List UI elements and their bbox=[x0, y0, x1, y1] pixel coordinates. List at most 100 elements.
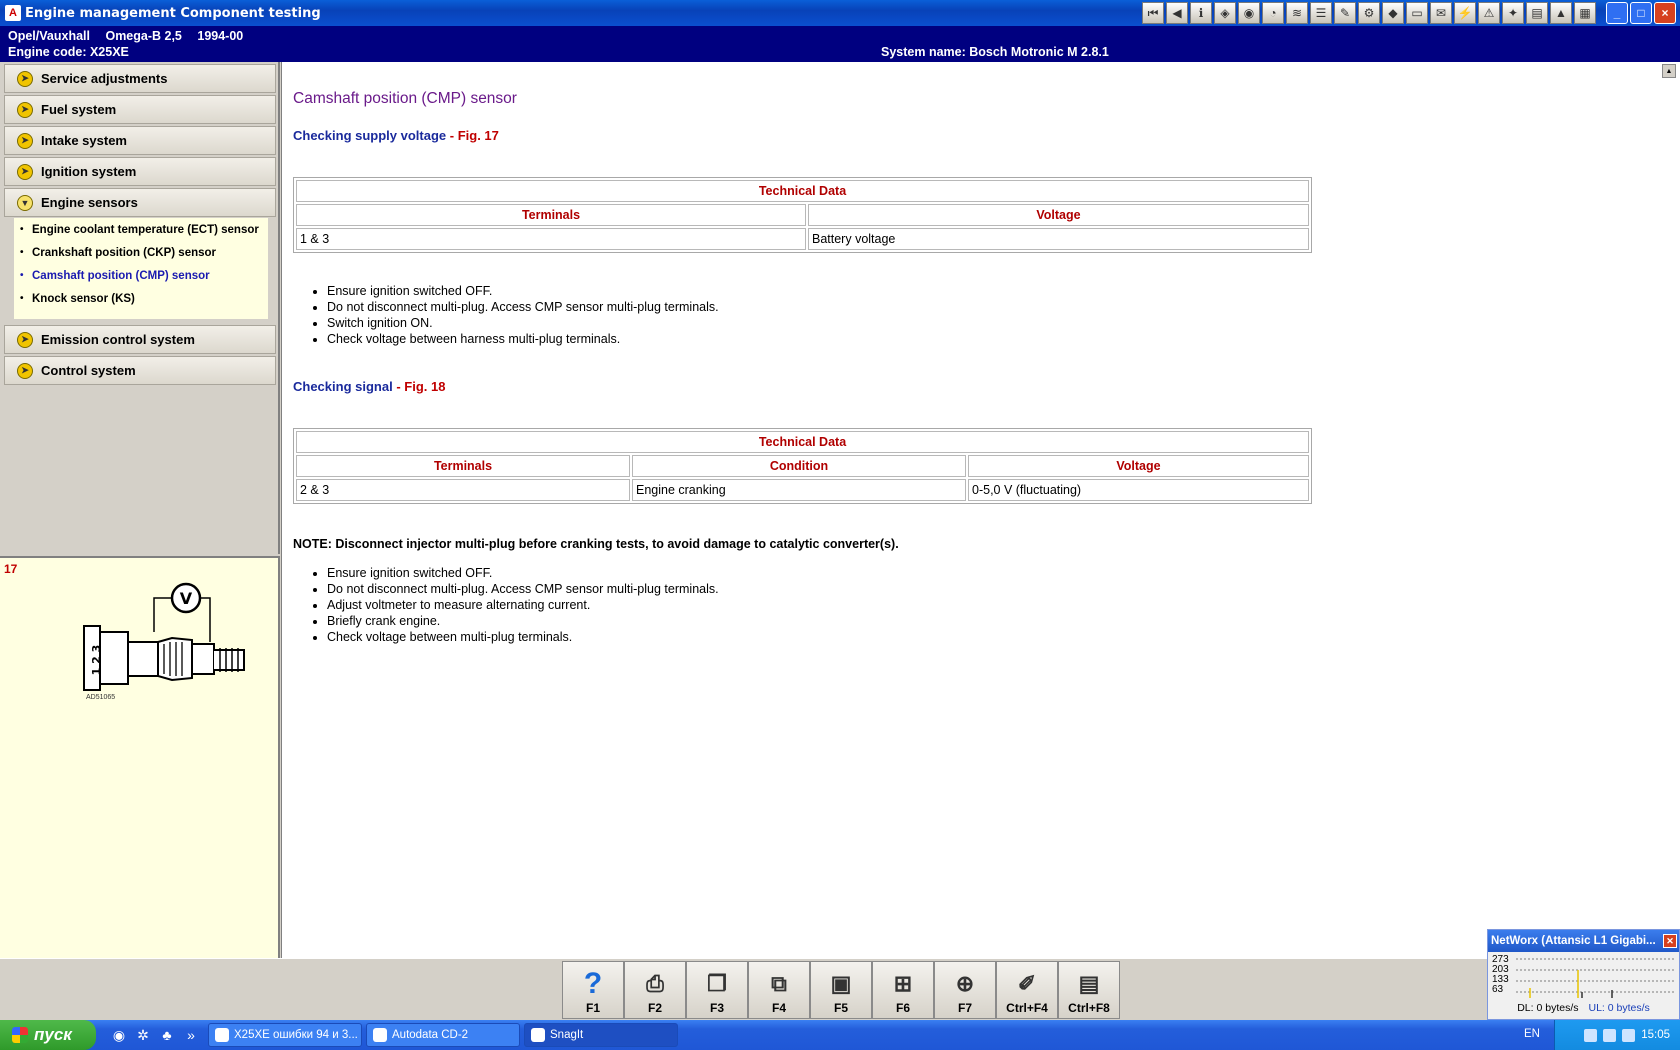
vehicle-model: Omega-B 2,5 bbox=[105, 29, 182, 43]
language-indicator[interactable]: EN bbox=[1524, 1028, 1540, 1040]
first-page-icon[interactable]: ⏮ bbox=[1142, 2, 1164, 24]
system-tray: 15:05 bbox=[1554, 1020, 1680, 1050]
f7-zoom-button[interactable]: ⊕ F7 bbox=[934, 961, 996, 1019]
sub-item-ckp-sensor[interactable]: • Crankshaft position (CKP) sensor bbox=[20, 246, 262, 260]
browser-icon[interactable]: ◉ bbox=[110, 1026, 128, 1044]
f5-button[interactable]: ▣ F5 bbox=[810, 961, 872, 1019]
back-icon[interactable]: ◀ bbox=[1166, 2, 1188, 24]
fig-17-link[interactable]: Fig. 17 bbox=[458, 128, 499, 143]
network-icon[interactable] bbox=[1603, 1028, 1617, 1042]
clock[interactable]: 15:05 bbox=[1641, 1029, 1670, 1041]
f4-button[interactable]: ⧉ F4 bbox=[748, 961, 810, 1019]
traffic-graph: 273 203 133 63 bbox=[1490, 954, 1677, 1000]
info-icon[interactable]: ℹ bbox=[1190, 2, 1212, 24]
close-button[interactable]: × bbox=[1654, 2, 1676, 24]
arrow-right-icon: ➤ bbox=[17, 331, 33, 348]
utility-icon[interactable]: ♣ bbox=[158, 1026, 176, 1044]
ctrl-f4-button[interactable]: ✐ Ctrl+F4 bbox=[996, 961, 1058, 1019]
list-icon[interactable]: ☰ bbox=[1310, 2, 1332, 24]
sub-item-label: Knock sensor (KS) bbox=[32, 293, 135, 305]
vehicle-make: Opel/Vauxhall bbox=[8, 29, 90, 43]
task-snagit[interactable]: SnagIt bbox=[524, 1023, 678, 1047]
wiring-icon[interactable]: ≋ bbox=[1286, 2, 1308, 24]
fkey-label: Ctrl+F4 bbox=[1006, 1001, 1048, 1015]
fluid-icon[interactable]: ◆ bbox=[1382, 2, 1404, 24]
f1-help-button[interactable]: ? F1 bbox=[562, 961, 624, 1019]
f3-button[interactable]: ❐ F3 bbox=[686, 961, 748, 1019]
nav-item-engine-sensors[interactable]: ▼ Engine sensors bbox=[4, 188, 276, 217]
engine-code: Engine code: X25XE bbox=[8, 45, 129, 59]
list-item: Check voltage between harness multi-plug… bbox=[327, 331, 1593, 347]
table-row: 2 & 3 Engine cranking 0-5,0 V (fluctuati… bbox=[296, 479, 1309, 501]
heading-separator: - bbox=[446, 128, 458, 143]
engine-icon[interactable]: ⚡ bbox=[1454, 2, 1476, 24]
fig-18-link[interactable]: Fig. 18 bbox=[404, 379, 445, 394]
warning-icon[interactable]: ⚠ bbox=[1478, 2, 1500, 24]
nav-item-intake-system[interactable]: ➤ Intake system bbox=[4, 126, 276, 155]
volume-icon[interactable] bbox=[1622, 1028, 1636, 1042]
nav-item-emission-control[interactable]: ➤ Emission control system bbox=[4, 325, 276, 354]
tools-icon[interactable]: ✎ bbox=[1334, 2, 1356, 24]
sub-item-knock-sensor[interactable]: • Knock sensor (KS) bbox=[20, 292, 262, 306]
pin-numbers: 1 2 3 bbox=[90, 645, 103, 676]
arrow-right-icon: ➤ bbox=[17, 70, 33, 87]
tray-back-icon[interactable] bbox=[1584, 1028, 1598, 1042]
task-label: Autodata CD-2 bbox=[392, 1029, 469, 1041]
networx-widget[interactable]: NetWorx (Attansic L1 Gigabi... ✕ 273 203… bbox=[1487, 929, 1680, 1020]
diagram-icon[interactable]: ◈ bbox=[1214, 2, 1236, 24]
fkey-label: Ctrl+F8 bbox=[1068, 1001, 1110, 1015]
ctrl-f8-button[interactable]: ▤ Ctrl+F8 bbox=[1058, 961, 1120, 1019]
table-cell: 0-5,0 V (fluctuating) bbox=[968, 479, 1309, 501]
gauge-icon[interactable]: ◔ bbox=[1262, 2, 1284, 24]
print-icon[interactable]: ▤ bbox=[1526, 2, 1548, 24]
nav-item-label: Control system bbox=[41, 363, 136, 378]
main-content: ▲ Camshaft position (CMP) sensor Checkin… bbox=[281, 62, 1680, 958]
networx-title: NetWorx (Attansic L1 Gigabi... ✕ bbox=[1488, 930, 1679, 952]
help-icon: ? bbox=[583, 967, 603, 1000]
column-header: Terminals bbox=[296, 455, 630, 477]
menu-icon[interactable]: ▦ bbox=[1574, 2, 1596, 24]
sub-item-cmp-sensor[interactable]: • Camshaft position (CMP) sensor bbox=[20, 269, 262, 283]
f2-print-button[interactable]: ⎙ F2 bbox=[624, 961, 686, 1019]
sensor-icon[interactable]: ◉ bbox=[1238, 2, 1260, 24]
tech-data-icon: ▣ bbox=[830, 971, 852, 996]
nav-item-service-adjustments[interactable]: ➤ Service adjustments bbox=[4, 64, 276, 93]
scroll-up-icon[interactable]: ▲ bbox=[1662, 64, 1676, 78]
search-page-icon: ⧉ bbox=[771, 971, 787, 996]
section-heading-text: Checking supply voltage bbox=[293, 128, 447, 143]
task-buttons: X25XE ошибки 94 и 3... Autodata CD-2 Sna… bbox=[208, 1023, 678, 1047]
list-item: Do not disconnect multi-plug. Access CMP… bbox=[327, 299, 1593, 315]
task-label: SnagIt bbox=[550, 1029, 584, 1041]
battery-icon[interactable]: ▭ bbox=[1406, 2, 1428, 24]
minimize-button[interactable]: _ bbox=[1606, 2, 1628, 24]
arrow-right-icon: ➤ bbox=[17, 101, 33, 118]
maximize-button[interactable]: □ bbox=[1630, 2, 1652, 24]
task-autodata[interactable]: Autodata CD-2 bbox=[366, 1023, 520, 1047]
window-titlebar: A Engine management Component testing ⏮ … bbox=[0, 0, 1680, 26]
fkey-label: F3 bbox=[709, 1001, 724, 1015]
tech-data-table-supply: Technical Data Terminals Voltage 1 & 3 B… bbox=[293, 177, 1312, 253]
close-icon[interactable]: ✕ bbox=[1663, 934, 1677, 948]
chevron-right-icon[interactable]: » bbox=[182, 1026, 200, 1044]
meter-label: V bbox=[180, 589, 193, 608]
sub-item-ect-sensor[interactable]: • Engine coolant temperature (ECT) senso… bbox=[20, 223, 262, 237]
settings-icon[interactable]: ✦ bbox=[1502, 2, 1524, 24]
f6-button[interactable]: ⊞ F6 bbox=[872, 961, 934, 1019]
notes-icon[interactable]: ✉ bbox=[1430, 2, 1452, 24]
table-row: 1 & 3 Battery voltage bbox=[296, 228, 1309, 250]
print-icon: ⎙ bbox=[646, 971, 664, 996]
scale-label: 63 bbox=[1492, 984, 1504, 995]
signal-steps: Ensure ignition switched OFF. Do not dis… bbox=[327, 565, 1593, 645]
nav-item-control-system[interactable]: ➤ Control system bbox=[4, 356, 276, 385]
nav-item-fuel-system[interactable]: ➤ Fuel system bbox=[4, 95, 276, 124]
download-speed: DL: 0 bytes/s bbox=[1517, 1002, 1579, 1014]
fkey-label: F6 bbox=[895, 1001, 910, 1015]
figure-code: AD51065 bbox=[86, 694, 116, 701]
task-browser[interactable]: X25XE ошибки 94 и 3... bbox=[208, 1023, 362, 1047]
car-icon[interactable]: ▲ bbox=[1550, 2, 1572, 24]
nav-item-ignition-system[interactable]: ➤ Ignition system bbox=[4, 157, 276, 186]
list-item: Switch ignition ON. bbox=[327, 315, 1593, 331]
start-button[interactable]: пуск bbox=[0, 1020, 96, 1050]
app-icon[interactable]: ✲ bbox=[134, 1026, 152, 1044]
parts-icon[interactable]: ⚙ bbox=[1358, 2, 1380, 24]
